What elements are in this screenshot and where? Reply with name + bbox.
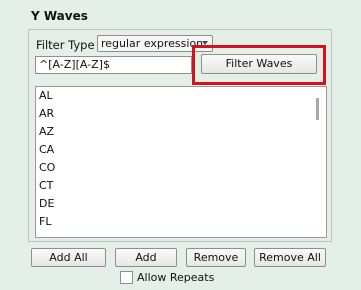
allow-repeats-checkbox[interactable]	[120, 271, 133, 284]
remove-all-button[interactable]: Remove All	[254, 248, 326, 267]
wave-list[interactable]: AL AR AZ CA CO CT DE FL	[35, 86, 327, 238]
list-item[interactable]: CT	[39, 179, 53, 193]
highlight-box	[192, 45, 326, 85]
list-item[interactable]: DE	[39, 197, 54, 211]
panel-title: Y Waves	[31, 9, 88, 23]
list-item[interactable]: AR	[39, 107, 54, 121]
filter-type-label: Filter Type	[36, 38, 95, 52]
filter-type-value: regular expression	[101, 37, 204, 50]
list-item[interactable]: AL	[39, 89, 53, 103]
list-item[interactable]: AZ	[39, 125, 54, 139]
list-item[interactable]: FL	[39, 215, 51, 229]
remove-button[interactable]: Remove	[186, 248, 246, 267]
add-button[interactable]: Add	[115, 248, 177, 267]
allow-repeats-label: Allow Repeats	[137, 271, 215, 284]
list-scrollbar[interactable]	[316, 98, 319, 120]
list-item[interactable]: CA	[39, 143, 54, 157]
add-all-button[interactable]: Add All	[31, 248, 106, 267]
list-item[interactable]: CO	[39, 161, 55, 175]
regex-input[interactable]: ^[A-Z][A-Z]$	[35, 56, 192, 74]
